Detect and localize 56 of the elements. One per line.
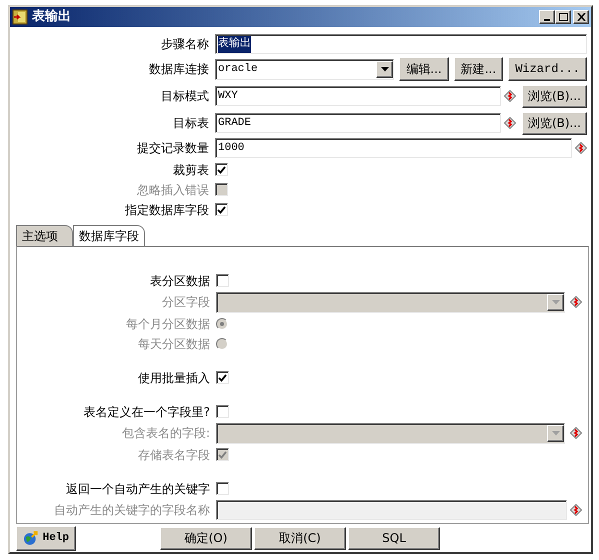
check-icon: [218, 374, 227, 382]
text-field[interactable]: WXY: [215, 86, 501, 106]
checkbox[interactable]: [216, 405, 229, 418]
maximize-icon: [558, 12, 568, 21]
field-label: 返回一个自动产生的关键字: [65, 480, 211, 498]
field-label: 提交记录数量: [136, 140, 210, 158]
window-title: 表输出: [32, 8, 72, 26]
close-icon: [576, 12, 586, 21]
field-label: 表分区数据: [149, 272, 211, 290]
tab[interactable]: 主选项: [16, 224, 73, 246]
field-label: 目标模式: [160, 88, 210, 106]
field-label: 包含表名的字段:: [120, 425, 211, 442]
app-icon: [12, 8, 28, 25]
caret-icon: [552, 430, 560, 436]
dropdown-field[interactable]: oracle: [215, 58, 394, 80]
field-label: 裁剪表: [172, 162, 210, 179]
field-label: 指定数据库字段: [124, 202, 210, 219]
field-label: 表名定义在一个字段里?: [82, 404, 211, 421]
check-icon: [217, 166, 226, 174]
field-label: 数据库连接: [148, 61, 210, 78]
field-label: 分区字段: [161, 294, 211, 312]
field-label: 每天分区数据: [137, 336, 211, 353]
field-label: 每个月分区数据: [125, 316, 211, 333]
checkbox[interactable]: [216, 274, 229, 288]
action-button[interactable]: 新建...: [454, 57, 504, 82]
tab[interactable]: 数据库字段: [73, 224, 145, 246]
checkbox[interactable]: [215, 163, 228, 176]
dialog-button[interactable]: SQL: [348, 526, 440, 550]
check-icon: [217, 206, 226, 214]
minimize-button[interactable]: [539, 10, 555, 24]
maximize-button[interactable]: [555, 10, 571, 24]
dialog-button[interactable]: 取消(C): [254, 526, 346, 550]
text-field[interactable]: GRADE: [215, 113, 501, 134]
field-label: 存储表名字段: [137, 446, 211, 464]
text-field[interactable]: 1000: [215, 138, 572, 158]
field-label: 步骤名称: [160, 36, 210, 54]
field-label: 目标表: [172, 115, 210, 132]
minimize-icon: [544, 18, 550, 21]
globe-icon: [23, 530, 39, 546]
checkbox[interactable]: [215, 203, 228, 216]
field-label: 使用批量插入: [137, 370, 211, 387]
check-icon: [218, 450, 227, 459]
action-button[interactable]: Wizard...: [508, 57, 587, 82]
dialog-button[interactable]: 确定(O): [160, 526, 252, 550]
help-button[interactable]: Help: [16, 526, 76, 551]
browse-button[interactable]: 浏览(B)...: [522, 84, 587, 108]
close-button[interactable]: [573, 10, 589, 24]
caret-icon: [380, 66, 389, 72]
browse-button[interactable]: 浏览(B)...: [522, 112, 587, 135]
checkbox[interactable]: [216, 482, 229, 496]
text-field[interactable]: 表输出: [215, 34, 587, 54]
caret-icon: [552, 300, 560, 305]
field-label: 忽略插入错误: [136, 182, 210, 199]
action-button[interactable]: 编辑...: [399, 57, 449, 82]
checkbox[interactable]: [216, 371, 229, 384]
field-label: 自动产生的关键字的字段名称: [53, 502, 211, 520]
